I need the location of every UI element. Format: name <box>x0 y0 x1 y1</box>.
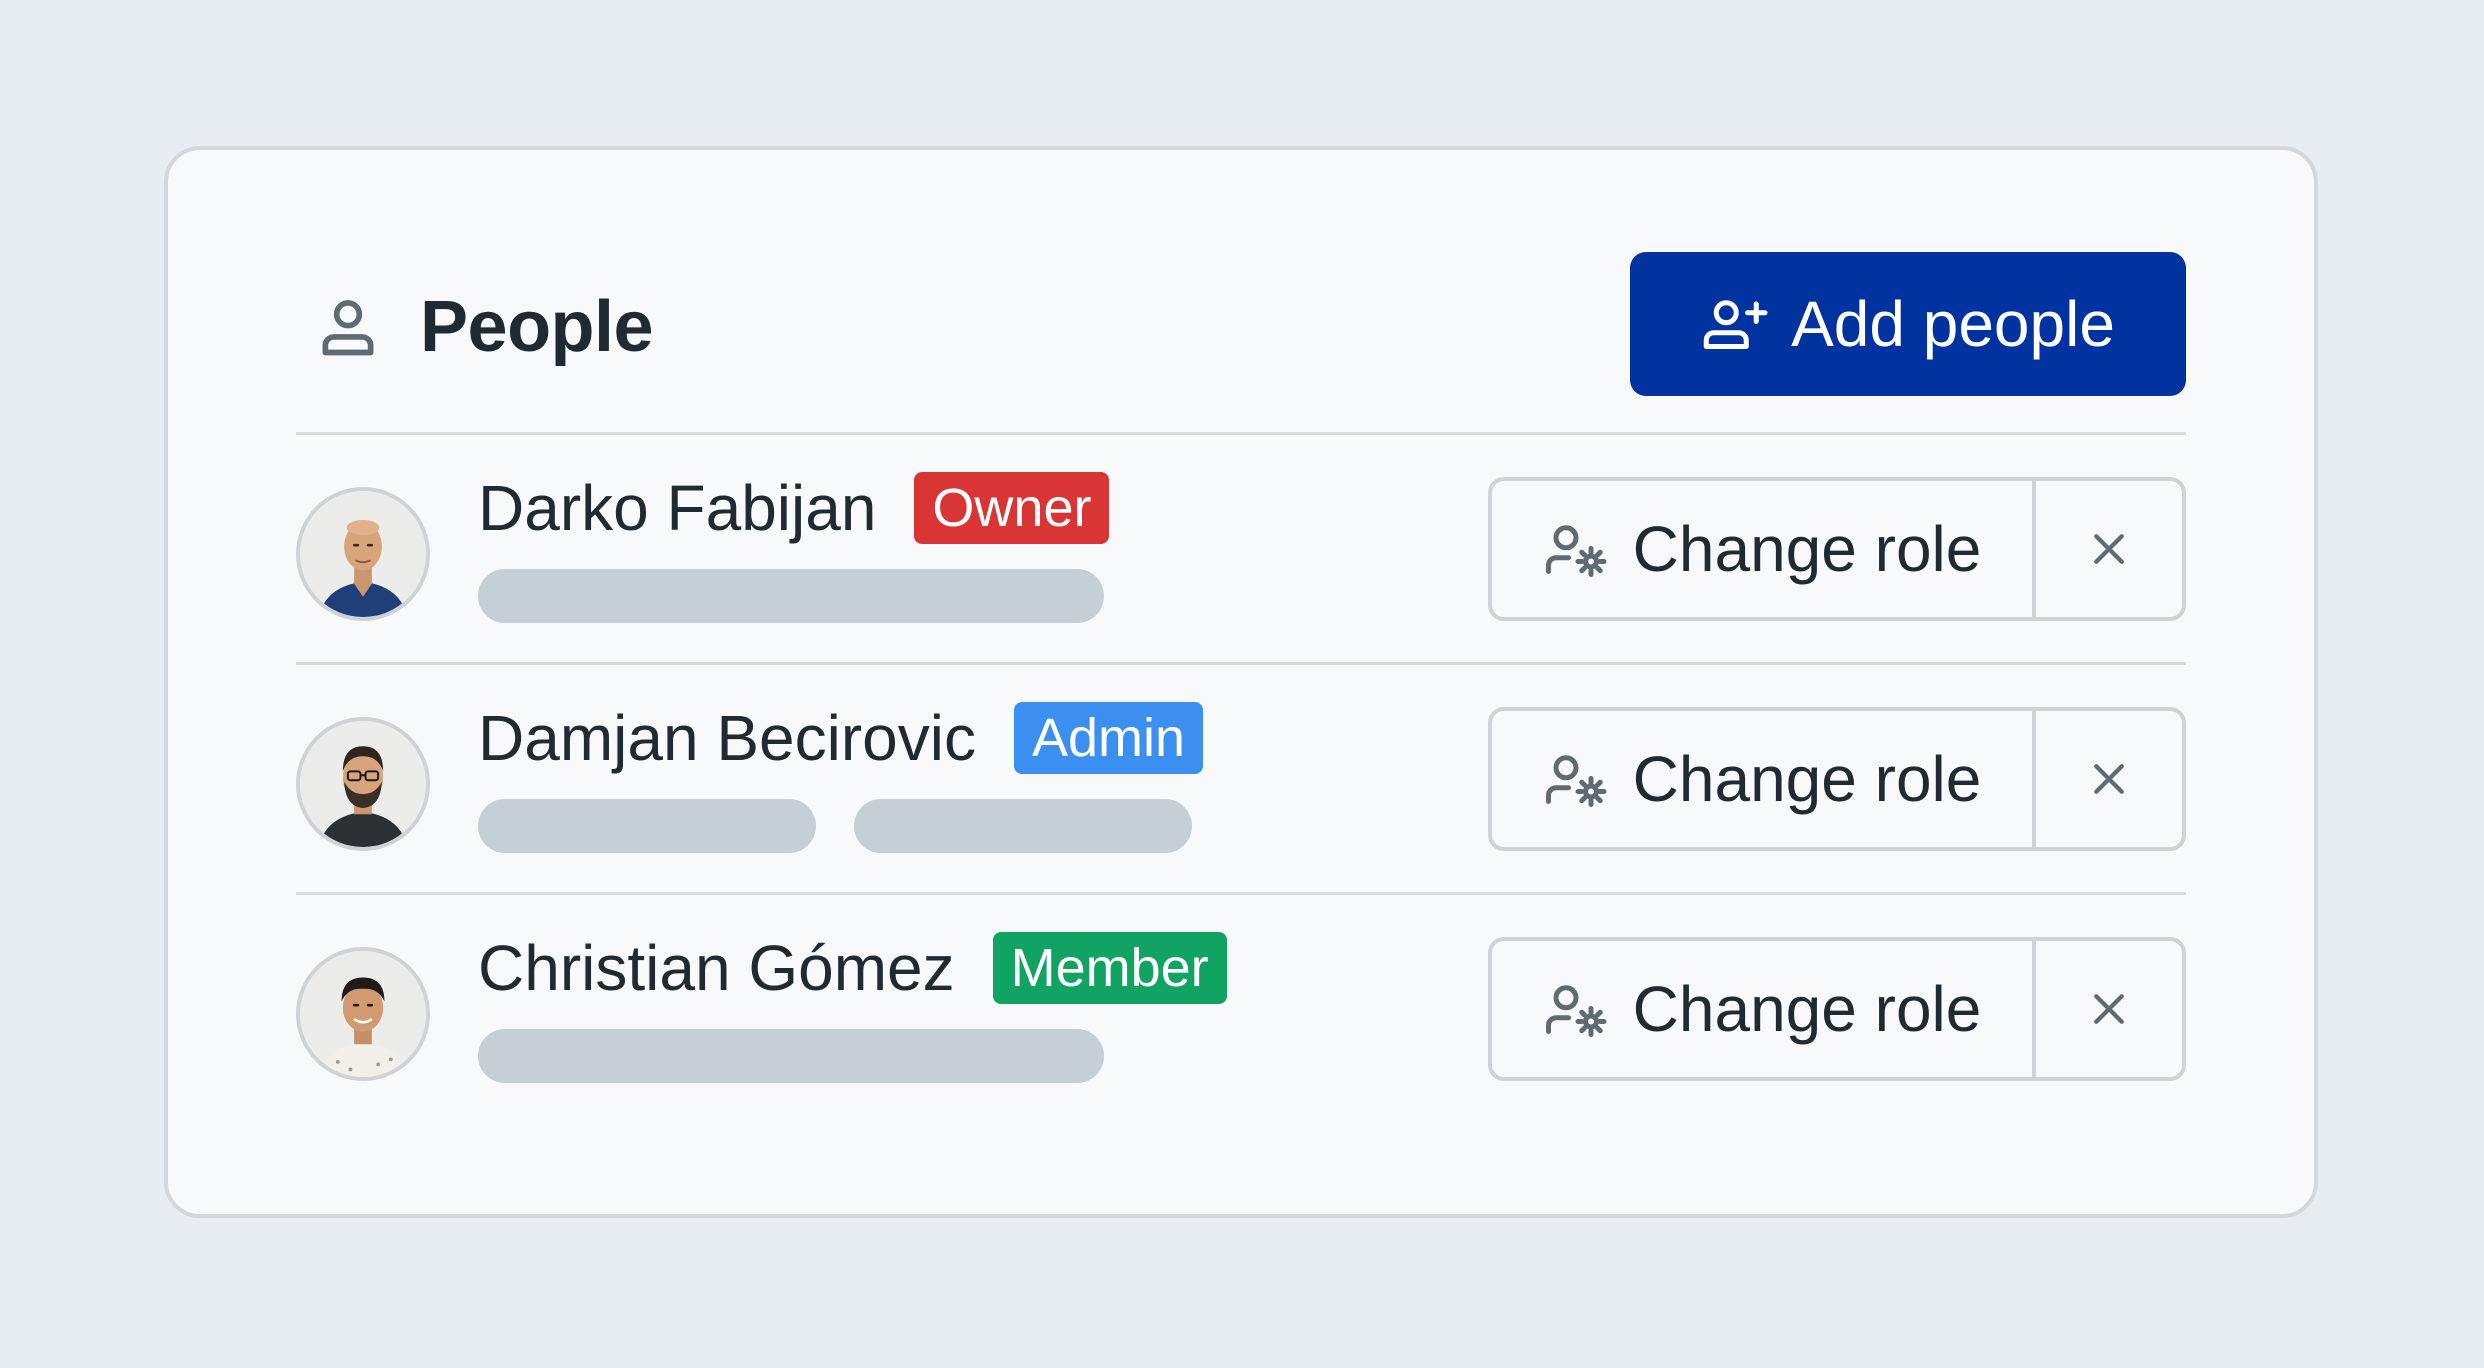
remove-person-button[interactable] <box>2036 481 2182 617</box>
avatar <box>296 717 430 851</box>
role-badge-admin: Admin <box>1013 702 1203 774</box>
avatar <box>296 487 430 621</box>
close-icon <box>2094 994 2124 1024</box>
change-role-label: Change role <box>1632 743 1982 815</box>
detail-placeholders <box>478 799 1192 853</box>
page-title: People <box>420 287 654 367</box>
add-people-label: Add people <box>1791 288 2115 360</box>
person-row-darko-fabijan: Darko Fabijan Owner Change role <box>296 432 2186 662</box>
person-name: Darko Fabijan <box>478 472 877 544</box>
title-group: People <box>314 286 654 368</box>
change-role-label: Change role <box>1632 513 1982 585</box>
close-icon <box>2094 534 2124 564</box>
avatar <box>296 947 430 1081</box>
role-badge-member: Member <box>992 932 1227 1004</box>
row-actions: Change role <box>1488 477 2186 621</box>
name-line: Christian Gómez Member <box>478 931 1227 1005</box>
detail-placeholder <box>854 799 1192 853</box>
user-gear-icon <box>1545 525 1607 577</box>
user-gear-icon <box>1545 985 1607 1037</box>
person-name: Christian Gómez <box>478 932 955 1004</box>
name-line: Darko Fabijan Owner <box>478 471 1110 545</box>
add-people-button[interactable]: Add people <box>1630 252 2186 396</box>
role-badge-owner: Owner <box>914 472 1110 544</box>
person-icon <box>322 300 374 356</box>
people-header: People Add people <box>296 252 2186 396</box>
detail-placeholder <box>478 1029 1104 1083</box>
detail-placeholders <box>478 569 1104 623</box>
people-card: People Add people Darko Fabijan Owner Ch… <box>164 146 2318 1218</box>
change-role-button[interactable]: Change role <box>1492 481 2036 617</box>
change-role-button[interactable]: Change role <box>1492 941 2036 1077</box>
remove-person-button[interactable] <box>2036 941 2182 1077</box>
people-list: Darko Fabijan Owner Change role Damjan B… <box>296 432 2186 1122</box>
user-gear-icon <box>1545 755 1607 807</box>
person-row-damjan-becirovic: Damjan Becirovic Admin Change role <box>296 662 2186 892</box>
remove-person-button[interactable] <box>2036 711 2182 847</box>
person-add-icon <box>1703 300 1768 349</box>
change-role-label: Change role <box>1632 973 1982 1045</box>
detail-placeholder <box>478 799 816 853</box>
person-row-christian-gomez: Christian Gómez Member Change role <box>296 892 2186 1122</box>
detail-placeholders <box>478 1029 1104 1083</box>
change-role-button[interactable]: Change role <box>1492 711 2036 847</box>
name-line: Damjan Becirovic Admin <box>478 701 1203 775</box>
row-actions: Change role <box>1488 707 2186 851</box>
row-actions: Change role <box>1488 937 2186 1081</box>
person-name: Damjan Becirovic <box>478 702 976 774</box>
close-icon <box>2094 764 2124 794</box>
detail-placeholder <box>478 569 1104 623</box>
